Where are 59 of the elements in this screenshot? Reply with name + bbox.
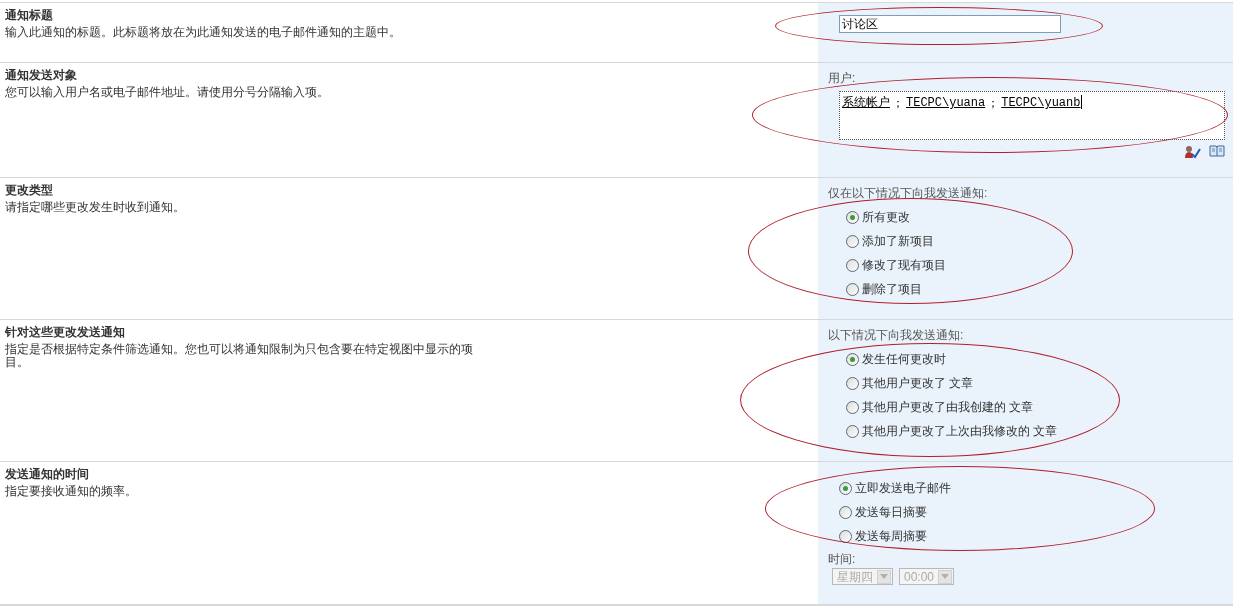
radio-button[interactable] bbox=[846, 282, 859, 296]
radio-option[interactable]: 添加了新项目 bbox=[846, 229, 934, 253]
radio-button[interactable] bbox=[846, 400, 859, 414]
radio-label: 添加了新项目 bbox=[862, 233, 934, 250]
radio-label: 其他用户更改了上次由我修改的 文章 bbox=[862, 423, 1058, 440]
people-field[interactable]: 系统帐户 ； TECPC\yuana ； TECPC\yuanb bbox=[839, 91, 1225, 140]
radio-option[interactable]: 所有更改 bbox=[846, 205, 910, 229]
radio-button[interactable] bbox=[846, 234, 859, 248]
radio-label: 发生任何更改时 bbox=[862, 351, 946, 368]
radio-label: 发送每日摘要 bbox=[855, 504, 927, 521]
user-name[interactable]: TECPC\yuanb bbox=[1001, 94, 1081, 112]
caret-icon bbox=[938, 569, 953, 584]
radio-button[interactable] bbox=[839, 505, 852, 519]
user-name[interactable]: 系统帐户 bbox=[842, 94, 890, 112]
separator-text: ； bbox=[986, 95, 1001, 112]
group-label: 仅在以下情况下向我发送通知: bbox=[828, 186, 988, 200]
section-title: 更改类型 bbox=[5, 182, 53, 199]
address-book-icon[interactable] bbox=[1209, 145, 1225, 159]
radio-label: 修改了现有项目 bbox=[862, 257, 946, 274]
section-description: 您可以输入用户名或电子邮件地址。请使用分号分隔输入项。 bbox=[5, 84, 330, 99]
section-title: 针对这些更改发送通知 bbox=[5, 324, 125, 341]
text-input[interactable]: 讨论区 bbox=[839, 15, 1061, 33]
radio-option[interactable]: 发生任何更改时 bbox=[846, 347, 946, 371]
radio-option[interactable]: 其他用户更改了由我创建的 文章 bbox=[846, 395, 1034, 419]
section-title: 通知标题 bbox=[5, 7, 53, 24]
radio-button[interactable] bbox=[839, 529, 852, 543]
section-description: 请指定哪些更改发生时收到通知。 bbox=[5, 199, 186, 214]
radio-button[interactable] bbox=[846, 258, 859, 272]
radio-button[interactable] bbox=[846, 424, 859, 438]
radio-button[interactable] bbox=[846, 376, 859, 390]
radio-label: 其他用户更改了 文章 bbox=[862, 375, 974, 392]
radio-label: 删除了项目 bbox=[862, 281, 922, 298]
separator-text: ； bbox=[891, 95, 905, 112]
user-name[interactable]: TECPC\yuana bbox=[906, 94, 986, 112]
radio-button[interactable] bbox=[846, 210, 859, 224]
text-cursor bbox=[1081, 95, 1083, 109]
radio-button[interactable] bbox=[839, 481, 852, 495]
caret-icon bbox=[877, 569, 891, 584]
radio-option[interactable]: 发送每日摘要 bbox=[839, 500, 927, 524]
radio-option[interactable]: 立即发送电子邮件 bbox=[839, 476, 951, 500]
section-description: 输入此通知的标题。此标题将放在为此通知发送的电子邮件通知的主题中。 bbox=[5, 24, 402, 39]
check-names-icon[interactable] bbox=[1184, 145, 1201, 159]
field-label: 用户: bbox=[828, 71, 856, 85]
radio-option[interactable]: 发送每周摘要 bbox=[839, 524, 927, 548]
radio-option[interactable]: 其他用户更改了 文章 bbox=[846, 371, 974, 395]
field-label: 时间: bbox=[828, 552, 856, 566]
radio-label: 其他用户更改了由我创建的 文章 bbox=[862, 399, 1034, 416]
radio-option[interactable]: 修改了现有项目 bbox=[846, 253, 946, 277]
radio-label: 发送每周摘要 bbox=[855, 528, 927, 545]
radio-option[interactable]: 删除了项目 bbox=[846, 277, 922, 301]
section-title: 发送通知的时间 bbox=[5, 466, 89, 483]
group-label: 以下情况下向我发送通知: bbox=[828, 328, 964, 342]
section-title: 通知发送对象 bbox=[5, 67, 77, 84]
radio-option[interactable]: 其他用户更改了上次由我修改的 文章 bbox=[846, 419, 1058, 443]
section-description: 指定要接收通知的频率。 bbox=[5, 483, 138, 498]
section-description: 指定是否根据特定条件筛选通知。您也可以将通知限制为只包含要在特定视图中显示的项目。 bbox=[5, 341, 474, 369]
radio-button[interactable] bbox=[846, 352, 859, 366]
radio-label: 所有更改 bbox=[862, 209, 910, 226]
radio-label: 立即发送电子邮件 bbox=[855, 480, 951, 497]
